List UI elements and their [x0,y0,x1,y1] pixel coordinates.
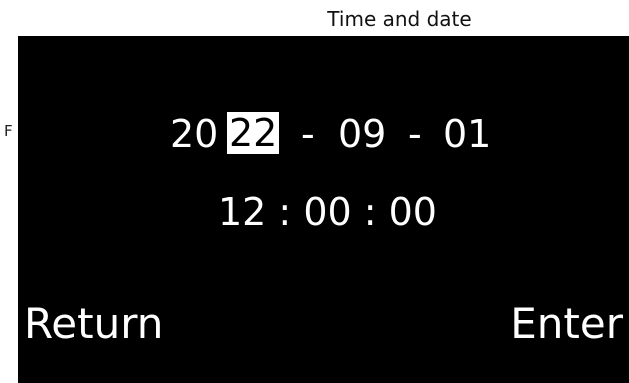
return-button[interactable]: Return [24,296,163,352]
side-letter: F [4,122,13,140]
page-caption: Time and date [327,7,472,31]
day-field[interactable]: 01 [443,108,491,160]
date-row: 20 22 - 09 - 01 [18,108,629,160]
month-field[interactable]: 09 [338,108,386,160]
device-screen: 20 22 - 09 - 01 12 : 00 : 00 Return Ente… [18,36,629,383]
time-field[interactable]: 12 : 00 : 00 [18,186,629,238]
year-selected-field[interactable]: 22 [227,112,280,154]
date-separator: - [408,112,422,156]
date-separator: - [301,112,315,156]
enter-button[interactable]: Enter [510,296,623,352]
year-prefix: 20 [170,112,219,156]
